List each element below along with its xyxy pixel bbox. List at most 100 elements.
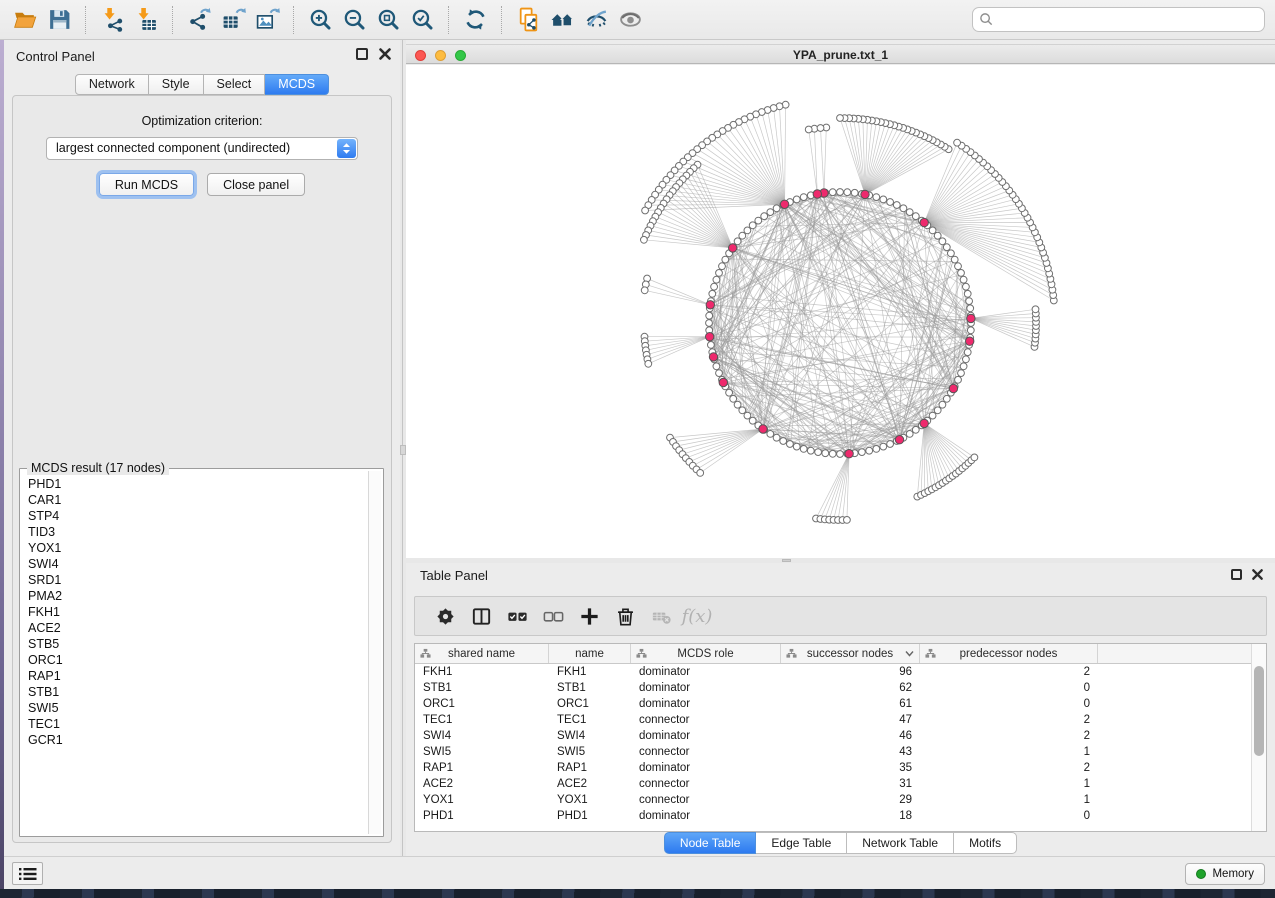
mcds-result-item[interactable]: YOX1	[28, 540, 366, 556]
network-node[interactable]	[716, 370, 723, 377]
network-node[interactable]	[906, 431, 913, 438]
new-network-from-file-button[interactable]	[511, 4, 545, 36]
mcds-result-item[interactable]: STB5	[28, 636, 366, 652]
hide-details-button[interactable]	[579, 4, 613, 36]
table-row[interactable]: RAP1RAP1dominator352	[415, 760, 1266, 776]
mcds-result-item[interactable]: TEC1	[28, 716, 366, 732]
close-panel-icon[interactable]	[1251, 568, 1264, 581]
network-node[interactable]	[967, 305, 974, 312]
mcds-result-item[interactable]: STP4	[28, 508, 366, 524]
mcds-node[interactable]	[966, 337, 974, 345]
network-node[interactable]	[971, 454, 978, 461]
tab-edge-table[interactable]: Edge Table	[756, 832, 847, 854]
scrollbar-thumb[interactable]	[1254, 666, 1264, 756]
network-node[interactable]	[815, 449, 822, 456]
network-node[interactable]	[726, 389, 733, 396]
network-node[interactable]	[912, 213, 919, 220]
network-node[interactable]	[716, 270, 723, 277]
tab-style[interactable]: Style	[149, 74, 204, 95]
network-node[interactable]	[706, 312, 713, 319]
mcds-result-item[interactable]: CAR1	[28, 492, 366, 508]
network-node[interactable]	[734, 238, 741, 245]
network-node[interactable]	[964, 349, 971, 356]
float-window-icon[interactable]	[1231, 569, 1242, 580]
network-node[interactable]	[800, 446, 807, 453]
network-node[interactable]	[749, 417, 756, 424]
network-node[interactable]	[641, 287, 648, 294]
network-node[interactable]	[958, 270, 965, 277]
table-settings-button[interactable]	[427, 601, 463, 631]
network-node[interactable]	[805, 126, 812, 133]
export-network-button[interactable]	[182, 4, 216, 36]
export-table-button[interactable]	[216, 4, 250, 36]
table-row[interactable]: PHD1PHD1dominator180	[415, 808, 1266, 824]
network-node[interactable]	[880, 196, 887, 203]
tab-node-table[interactable]: Node Table	[664, 832, 757, 854]
network-node[interactable]	[767, 431, 774, 438]
mcds-node[interactable]	[729, 244, 737, 252]
network-node[interactable]	[807, 447, 814, 454]
table-scrollbar[interactable]	[1251, 644, 1266, 831]
network-node[interactable]	[767, 209, 774, 216]
table-row[interactable]: TEC1TEC1connector472	[415, 712, 1266, 728]
column-header-successor-nodes[interactable]: successor nodes	[781, 644, 920, 663]
network-node[interactable]	[711, 283, 718, 290]
table-row[interactable]: ORC1ORC1dominator610	[415, 696, 1266, 712]
mcds-result-item[interactable]: PHD1	[28, 476, 366, 492]
mcds-node[interactable]	[706, 333, 714, 341]
network-node[interactable]	[906, 209, 913, 216]
network-node[interactable]	[822, 450, 829, 457]
network-node[interactable]	[851, 189, 858, 196]
tab-network[interactable]: Network	[75, 74, 149, 95]
mcds-node[interactable]	[709, 353, 717, 361]
network-node[interactable]	[880, 443, 887, 450]
network-node[interactable]	[955, 376, 962, 383]
network-node[interactable]	[780, 438, 787, 445]
mcds-result-item[interactable]: RAP1	[28, 668, 366, 684]
network-node[interactable]	[963, 356, 970, 363]
show-details-button[interactable]	[613, 4, 647, 36]
network-node[interactable]	[734, 401, 741, 408]
network-node[interactable]	[929, 412, 936, 419]
table-row[interactable]: ACE2ACE2connector311	[415, 776, 1266, 792]
mcds-result-scrollbar[interactable]	[368, 471, 381, 834]
network-node[interactable]	[966, 298, 973, 305]
network-node[interactable]	[793, 196, 800, 203]
network-node[interactable]	[866, 447, 873, 454]
mcds-node[interactable]	[920, 419, 928, 427]
column-header-predecessor-nodes[interactable]: predecessor nodes	[920, 644, 1098, 663]
network-node[interactable]	[761, 213, 768, 220]
network-node[interactable]	[773, 205, 780, 212]
network-node[interactable]	[722, 256, 729, 263]
network-node[interactable]	[713, 276, 720, 283]
mcds-node[interactable]	[845, 450, 853, 458]
network-node[interactable]	[1032, 306, 1039, 313]
network-node[interactable]	[730, 395, 737, 402]
search-input[interactable]	[994, 9, 1264, 30]
network-node[interactable]	[817, 125, 824, 132]
network-node[interactable]	[963, 283, 970, 290]
network-node[interactable]	[934, 232, 941, 239]
network-node[interactable]	[793, 443, 800, 450]
network-node[interactable]	[755, 217, 762, 224]
network-node[interactable]	[964, 290, 971, 297]
home-button[interactable]	[545, 4, 579, 36]
network-node[interactable]	[939, 238, 946, 245]
open-file-button[interactable]	[8, 4, 42, 36]
show-column-panel-button[interactable]	[463, 601, 499, 631]
network-node[interactable]	[829, 189, 836, 196]
zoom-selected-button[interactable]	[405, 4, 439, 36]
network-node[interactable]	[960, 363, 967, 370]
mcds-result-item[interactable]: SRD1	[28, 572, 366, 588]
network-node[interactable]	[645, 360, 652, 367]
add-column-button[interactable]	[571, 601, 607, 631]
float-window-icon[interactable]	[356, 48, 368, 60]
network-node[interactable]	[958, 370, 965, 377]
zoom-fit-button[interactable]	[371, 4, 405, 36]
network-node[interactable]	[912, 426, 919, 433]
mcds-node[interactable]	[706, 301, 714, 309]
network-node[interactable]	[893, 202, 900, 209]
mcds-result-item[interactable]: ACE2	[28, 620, 366, 636]
network-node[interactable]	[929, 227, 936, 234]
table-row[interactable]: FKH1FKH1dominator962	[415, 664, 1266, 680]
